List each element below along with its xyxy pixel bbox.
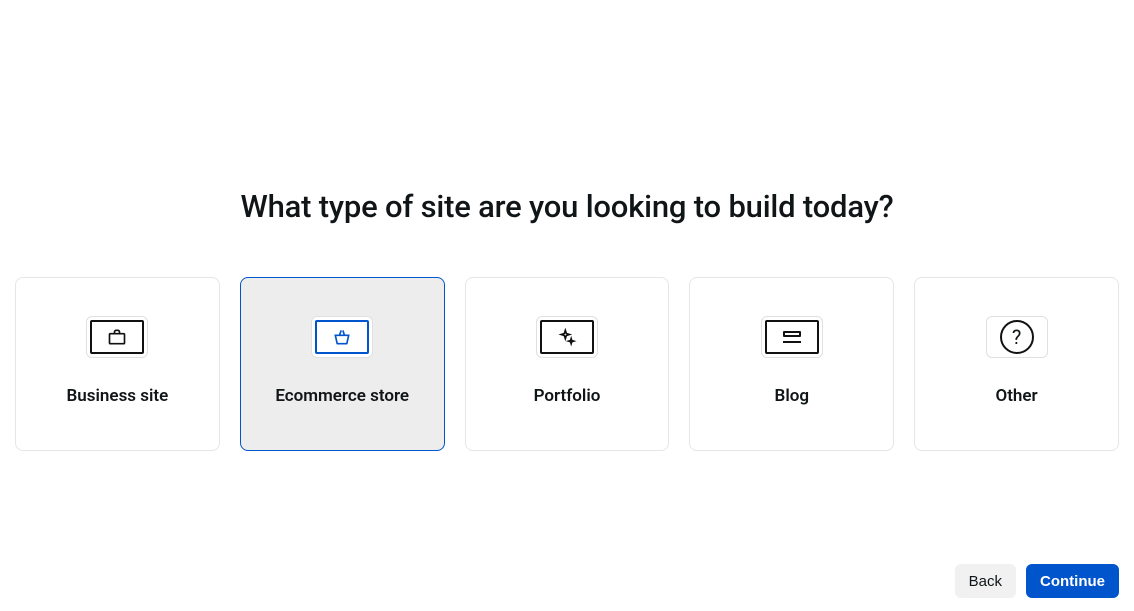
briefcase-icon xyxy=(107,327,127,347)
sparkle-icon xyxy=(557,327,577,347)
icon-frame: ? xyxy=(990,320,1044,354)
option-label: Blog xyxy=(775,386,810,406)
icon-frame xyxy=(765,320,819,354)
continue-button[interactable]: Continue xyxy=(1026,564,1119,598)
icon-frame xyxy=(90,320,144,354)
icon-tile xyxy=(536,316,598,358)
option-ecommerce-store[interactable]: Ecommerce store xyxy=(240,277,445,451)
option-portfolio[interactable]: Portfolio xyxy=(465,277,670,451)
option-label: Business site xyxy=(66,386,168,406)
icon-tile xyxy=(761,316,823,358)
icon-tile xyxy=(86,316,148,358)
icon-tile xyxy=(311,316,373,358)
icon-frame xyxy=(540,320,594,354)
option-label: Portfolio xyxy=(534,386,601,406)
option-other[interactable]: ? Other xyxy=(914,277,1119,451)
footer-actions: Back Continue xyxy=(955,564,1119,598)
question-icon: ? xyxy=(1000,320,1034,354)
icon-frame xyxy=(315,320,369,354)
option-label: Ecommerce store xyxy=(275,386,409,406)
option-label: Other xyxy=(995,386,1037,406)
site-type-options: Business site Ecommerce store xyxy=(0,277,1134,451)
option-business-site[interactable]: Business site xyxy=(15,277,220,451)
option-blog[interactable]: Blog xyxy=(689,277,894,451)
basket-icon xyxy=(332,327,352,347)
icon-tile: ? xyxy=(986,316,1048,358)
back-button[interactable]: Back xyxy=(955,564,1016,598)
post-icon xyxy=(783,330,801,344)
page-heading: What type of site are you looking to bui… xyxy=(0,188,1134,225)
